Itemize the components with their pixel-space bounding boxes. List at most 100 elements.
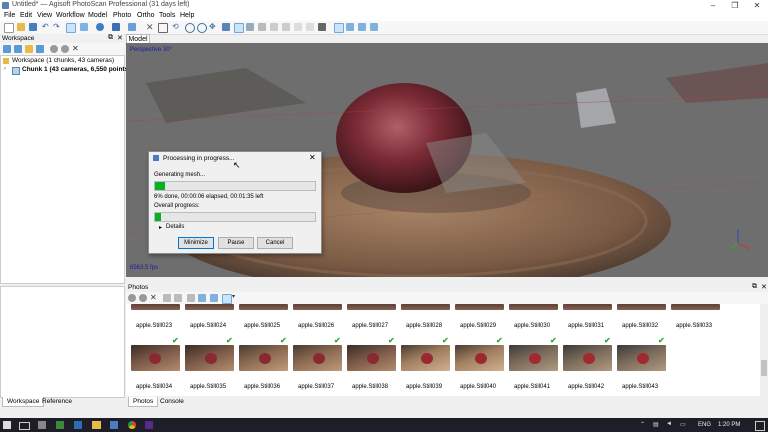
redo-icon[interactable]: ↷: [53, 23, 61, 31]
details-expand-icon[interactable]: ▸: [159, 224, 162, 231]
tiled-model-icon[interactable]: [306, 23, 314, 31]
close-window-button[interactable]: ✕: [746, 0, 768, 11]
textured-model-icon[interactable]: [294, 23, 302, 31]
new-project-icon[interactable]: [4, 23, 14, 33]
show-photos-icon[interactable]: [210, 294, 218, 302]
battery-icon[interactable]: ▭: [680, 421, 686, 428]
photo-thumbnail[interactable]: [563, 345, 612, 371]
scrollbar-thumb[interactable]: [761, 360, 767, 376]
language-indicator[interactable]: ENG: [698, 422, 711, 428]
remove-cameras-icon[interactable]: ✕: [150, 293, 157, 302]
float-photos-panel-icon[interactable]: ⧉: [752, 283, 757, 291]
delete-selection-icon[interactable]: ✕: [146, 22, 154, 33]
menu-model[interactable]: Model: [88, 12, 107, 19]
start-icon[interactable]: [3, 421, 11, 429]
photo-thumbnail[interactable]: [185, 345, 234, 371]
enable-icon[interactable]: [50, 45, 58, 53]
chunk-item[interactable]: Chunk 1 (43 cameras, 6,550 points): [22, 66, 130, 73]
cancel-button[interactable]: Cancel: [257, 237, 293, 249]
photo-thumbnail[interactable]: [239, 345, 288, 371]
crop-selection-icon[interactable]: [158, 23, 168, 33]
show-shapes-icon[interactable]: [358, 23, 366, 31]
reset-filter-icon[interactable]: [198, 294, 206, 302]
tab-console[interactable]: Console: [156, 397, 188, 406]
close-dialog-icon[interactable]: ✕: [309, 153, 316, 162]
add-chunk-icon[interactable]: [3, 45, 11, 53]
zoom-out-icon[interactable]: [197, 23, 207, 33]
task-view-icon[interactable]: [19, 422, 30, 430]
rotate-object-icon[interactable]: [96, 23, 104, 31]
photo-thumbnail[interactable]: [347, 345, 396, 371]
menu-view[interactable]: View: [37, 12, 52, 19]
point-cloud-icon[interactable]: [234, 23, 244, 33]
solid-model-icon[interactable]: [270, 23, 278, 31]
add-markers-icon[interactable]: [36, 45, 44, 53]
tab-photos[interactable]: Photos: [128, 397, 159, 407]
network-icon[interactable]: ▤: [653, 421, 659, 428]
add-folder-icon[interactable]: [25, 45, 33, 53]
show-cameras-toggle-icon[interactable]: [318, 23, 326, 31]
photo-thumbnail[interactable]: [455, 304, 504, 310]
wireframe-icon[interactable]: [282, 23, 290, 31]
taskbar-app-icon[interactable]: [56, 421, 64, 429]
photo-thumbnail[interactable]: [131, 304, 180, 310]
navigation-icon[interactable]: [80, 23, 88, 31]
clock[interactable]: 1:20 PM: [718, 422, 740, 428]
menu-help[interactable]: Help: [180, 12, 194, 19]
show-cameras-icon[interactable]: [222, 23, 230, 31]
photo-thumbnail[interactable]: [617, 304, 666, 310]
show-region-icon[interactable]: [370, 23, 378, 31]
open-folder-icon[interactable]: [17, 23, 25, 31]
reset-view-icon[interactable]: ⟲: [172, 22, 179, 31]
menu-tools[interactable]: Tools: [159, 12, 175, 19]
menu-file[interactable]: File: [4, 12, 15, 19]
menu-edit[interactable]: Edit: [20, 12, 32, 19]
minimize-window-button[interactable]: –: [702, 0, 724, 11]
file-explorer-icon[interactable]: [92, 421, 101, 429]
pan-icon[interactable]: ✥: [209, 22, 216, 31]
photo-thumbnail[interactable]: [509, 345, 558, 371]
disable-icon[interactable]: [61, 45, 69, 53]
tab-reference[interactable]: Reference: [38, 397, 76, 406]
save-icon[interactable]: [29, 23, 37, 31]
disable-cameras-icon[interactable]: [139, 294, 147, 302]
float-panel-icon[interactable]: ⧉: [108, 34, 113, 42]
remove-items-icon[interactable]: ✕: [72, 44, 79, 53]
dense-cloud-icon[interactable]: [246, 23, 254, 31]
menu-photo[interactable]: Photo: [113, 12, 131, 19]
photo-thumbnail[interactable]: [293, 345, 342, 371]
scale-object-icon[interactable]: [128, 23, 136, 31]
shaded-model-icon[interactable]: [258, 23, 266, 31]
show-markers-icon[interactable]: [346, 23, 354, 31]
close-panel-icon[interactable]: ✕: [117, 34, 123, 42]
view-mode-icon[interactable]: [222, 294, 232, 304]
photo-thumbnail[interactable]: [455, 345, 504, 371]
chrome-icon[interactable]: [128, 421, 136, 429]
taskbar-app-icon[interactable]: [38, 421, 46, 429]
photo-thumbnail[interactable]: [293, 304, 342, 310]
menu-workflow[interactable]: Workflow: [56, 12, 85, 19]
notifications-icon[interactable]: [755, 421, 765, 431]
zoom-in-icon[interactable]: [185, 23, 195, 33]
photo-thumbnail[interactable]: [185, 304, 234, 310]
details-toggle[interactable]: Details: [166, 224, 184, 230]
photos-scrollbar[interactable]: [760, 304, 768, 396]
premiere-icon[interactable]: [145, 421, 153, 429]
volume-icon[interactable]: ◄: [666, 421, 672, 427]
undo-icon[interactable]: ↶: [42, 23, 50, 31]
photo-thumbnail[interactable]: [617, 345, 666, 371]
photo-thumbnail[interactable]: [671, 304, 720, 310]
move-object-icon[interactable]: [112, 23, 120, 31]
photo-thumbnail[interactable]: [509, 304, 558, 310]
add-photos-icon[interactable]: [14, 45, 22, 53]
view-mode-dropdown-icon[interactable]: ▾: [232, 293, 235, 300]
tray-chevron-icon[interactable]: ⌃: [640, 421, 645, 428]
rotate-left-icon[interactable]: [163, 294, 171, 302]
rotate-right-icon[interactable]: [174, 294, 182, 302]
photo-thumbnail[interactable]: [347, 304, 396, 310]
photo-thumbnail[interactable]: [239, 304, 288, 310]
enable-cameras-icon[interactable]: [128, 294, 136, 302]
photoscan-taskbar-icon[interactable]: [110, 421, 118, 429]
photo-thumbnail[interactable]: [401, 345, 450, 371]
photo-thumbnail[interactable]: [401, 304, 450, 310]
